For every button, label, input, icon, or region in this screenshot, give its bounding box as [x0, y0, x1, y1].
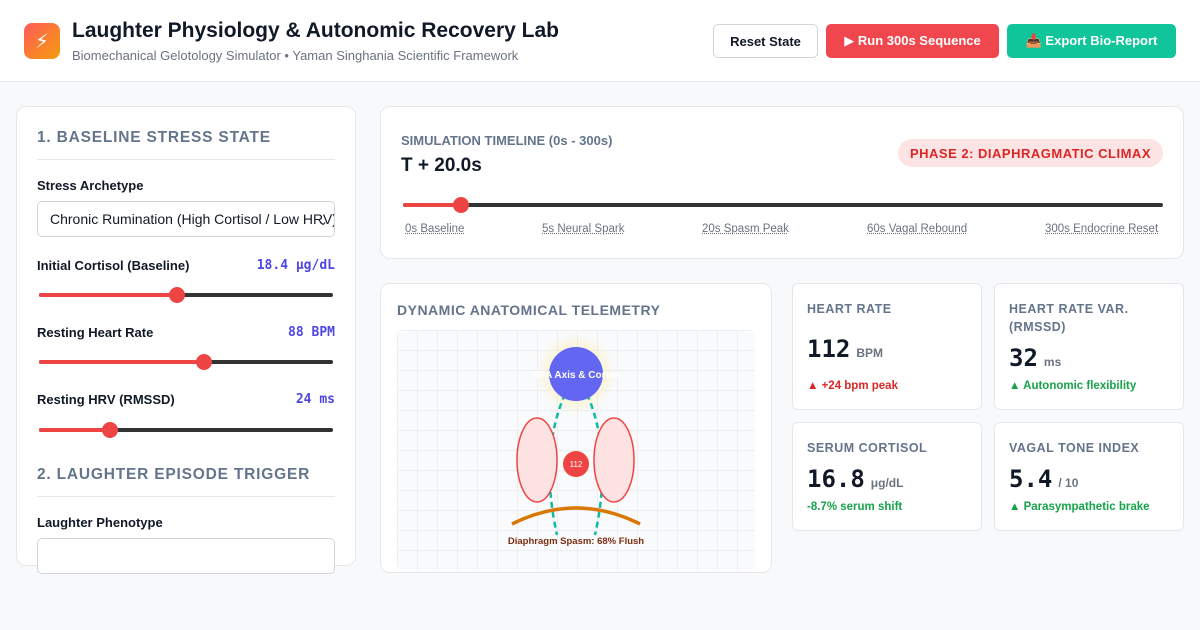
reset-state-button[interactable]: Reset State — [713, 24, 818, 58]
timeline-tick[interactable]: 0s Baseline — [405, 223, 464, 235]
stress-archetype-label: Stress Archetype — [37, 178, 144, 193]
run-sequence-button[interactable]: ▶ Run 300s Sequence — [826, 24, 999, 58]
divider — [37, 159, 335, 160]
slider-fill — [39, 428, 110, 432]
diaphragm-label: Diaphragm Spasm: 68% Flush — [508, 536, 644, 547]
phase-badge: PHASE 2: DIAPHRAGMATIC CLIMAX — [897, 139, 1163, 167]
timeline-slider[interactable] — [403, 197, 1163, 213]
laughter-phenotype-label: Laughter Phenotype — [37, 515, 163, 530]
lung-left — [516, 417, 558, 503]
divider — [37, 496, 335, 497]
timeline-tick[interactable]: 20s Spasm Peak — [702, 223, 789, 235]
brain-label: HPA Axis & Cortex — [532, 370, 620, 381]
resting-hrv-slider[interactable] — [39, 422, 333, 438]
heart-label: 112 — [570, 460, 583, 469]
slider-thumb[interactable] — [101, 422, 118, 438]
resting-hrv-label: Resting HRV (RMSSD) — [37, 392, 175, 407]
metric-value: 32 ms — [1009, 344, 1062, 372]
laughter-phenotype-select[interactable] — [37, 538, 335, 574]
anatomy-diagram: HPA Axis & Cortex 112 Diaphragm Spasm: 6… — [397, 330, 755, 570]
metric-title: HEART RATE VAR. (RMSSD) — [1009, 302, 1129, 334]
metric-value: 16.8 μg/dL — [807, 465, 904, 493]
anatomical-telemetry-card: DYNAMIC ANATOMICAL TELEMETRY HPA Axis & … — [380, 283, 772, 573]
timeline-tick[interactable]: 300s Endocrine Reset — [1045, 223, 1158, 235]
metric-value: 5.4/ 10 — [1009, 465, 1079, 493]
lung-right — [593, 417, 635, 503]
simulation-timeline-card: SIMULATION TIMELINE (0s - 300s) T + 20.0… — [380, 106, 1184, 259]
app-subtitle: Biomechanical Gelotology Simulator • Yam… — [72, 48, 519, 63]
metric-delta: ▲ +24 bpm peak — [807, 380, 898, 392]
cortisol-label: Initial Cortisol (Baseline) — [37, 258, 190, 273]
slider-thumb[interactable] — [452, 197, 469, 213]
section-heading-trigger: 2. LAUGHTER EPISODE TRIGGER — [37, 466, 311, 483]
slider-thumb[interactable] — [169, 287, 186, 303]
metric-card-hrv: HEART RATE VAR. (RMSSD) 32 ms ▲ Autonomic… — [994, 283, 1184, 410]
metric-card-vagal-tone: VAGAL TONE INDEX 5.4/ 10 ▲ Parasympathet… — [994, 422, 1184, 531]
metric-delta: ▲ Parasympathetic brake — [1009, 501, 1150, 513]
timeline-label: SIMULATION TIMELINE (0s - 300s) — [401, 133, 613, 148]
telemetry-title: DYNAMIC ANATOMICAL TELEMETRY — [397, 302, 661, 318]
metric-value: 112 BPM — [807, 335, 884, 363]
metric-card-heart-rate: HEART RATE 112 BPM ▲ +24 bpm peak — [792, 283, 982, 410]
lightning-bolt-icon: ⚡ — [24, 23, 60, 59]
metric-delta: ▲ Autonomic flexibility — [1009, 380, 1137, 392]
metric-title: VAGAL TONE INDEX — [1009, 441, 1140, 455]
resting-hr-value: 88 BPM — [288, 325, 335, 340]
cortisol-value: 18.4 μg/dL — [256, 258, 335, 273]
app-title: Laughter Physiology & Autonomic Recovery… — [72, 19, 559, 42]
timeline-tick[interactable]: 5s Neural Spark — [542, 223, 624, 235]
export-report-button[interactable]: 📥 Export Bio-Report — [1007, 24, 1176, 58]
resting-hr-slider[interactable] — [39, 354, 333, 370]
cortisol-slider[interactable] — [39, 287, 333, 303]
timeline-tick[interactable]: 60s Vagal Rebound — [867, 223, 967, 235]
metric-unit: BPM — [856, 346, 884, 360]
anatomy-svg: HPA Axis & Cortex 112 Diaphragm Spasm: 6… — [508, 334, 644, 547]
stress-archetype-select[interactable]: Chronic Rumination (High Cortisol / Low … — [37, 201, 335, 237]
section-heading-baseline: 1. BASELINE STRESS STATE — [37, 129, 271, 146]
metric-delta: -8.7% serum shift — [807, 501, 903, 513]
metric-card-cortisol: SERUM CORTISOL 16.8 μg/dL -8.7% serum shi… — [792, 422, 982, 531]
metric-title: HEART RATE — [807, 302, 892, 316]
metric-unit: μg/dL — [870, 476, 904, 490]
metric-unit: ms — [1043, 355, 1062, 369]
metric-title: SERUM CORTISOL — [807, 441, 928, 455]
resting-hrv-value: 24 ms — [295, 392, 335, 407]
timeline-time: T + 20.0s — [401, 155, 482, 176]
app-header: ⚡ Laughter Physiology & Autonomic Recove… — [0, 0, 1200, 82]
slider-thumb[interactable] — [195, 354, 212, 370]
slider-fill — [39, 360, 204, 364]
stress-archetype-value: Chronic Rumination (High Cortisol / Low … — [50, 211, 335, 227]
chevron-down-icon: ⌄ — [317, 214, 328, 228]
diaphragm-arc — [511, 506, 641, 526]
resting-hr-label: Resting Heart Rate — [37, 325, 154, 340]
control-panel: 1. BASELINE STRESS STATE Stress Archetyp… — [16, 106, 356, 574]
metric-unit: / 10 — [1058, 476, 1079, 490]
slider-track — [403, 203, 1163, 207]
slider-fill — [39, 293, 178, 297]
